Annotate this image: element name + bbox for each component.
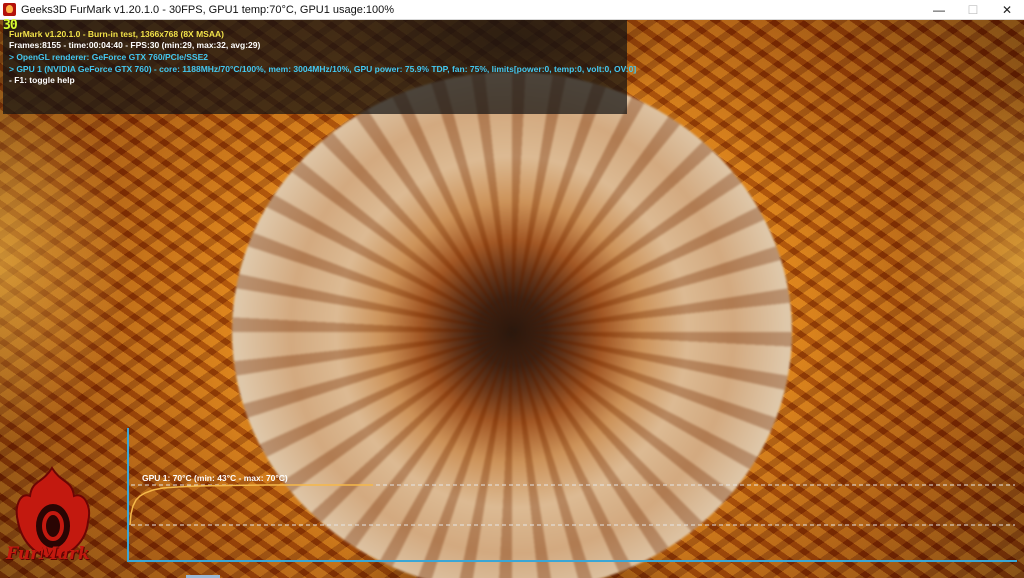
graph-label: GPU 1: 70°C (min: 43°C - max: 70°C) [142, 473, 288, 483]
window-title: Geeks3D FurMark v1.20.1.0 - 30FPS, GPU1 … [21, 3, 395, 16]
furmark-app-icon[interactable] [3, 3, 16, 16]
osd-title-line: FurMark v1.20.1.0 - Burn-in test, 1366x7… [9, 29, 224, 39]
temperature-graph-plot [129, 484, 1015, 526]
minimize-button[interactable]: — [922, 0, 956, 20]
temperature-line [129, 484, 373, 526]
graph-axis-y [127, 428, 129, 562]
osd-help-line: - F1: toggle help [9, 75, 75, 85]
temperature-graph: GPU 1: 70°C (min: 43°C - max: 70°C) [127, 428, 1017, 562]
osd-frames-line: Frames:8155 - time:00:04:40 - FPS:30 (mi… [9, 40, 261, 50]
window-titlebar[interactable]: Geeks3D FurMark v1.20.1.0 - 30FPS, GPU1 … [0, 0, 1024, 20]
furmark-logo-text: FurMark [6, 544, 90, 564]
close-button[interactable]: ✕ [990, 0, 1024, 20]
osd-info-panel: FurMark v1.20.1.0 - Burn-in test, 1366x7… [3, 20, 636, 114]
window-controls: — ☐ ✕ [922, 0, 1024, 20]
maximize-button[interactable]: ☐ [956, 0, 990, 20]
graph-axis-x [127, 560, 1017, 562]
osd-renderer-line: > OpenGL renderer: GeForce GTX 760/PCIe/… [9, 52, 208, 62]
fps-counter: 30 [3, 18, 18, 33]
osd-gpu-line: > GPU 1 (NVIDIA GeForce GTX 760) - core:… [9, 64, 637, 74]
